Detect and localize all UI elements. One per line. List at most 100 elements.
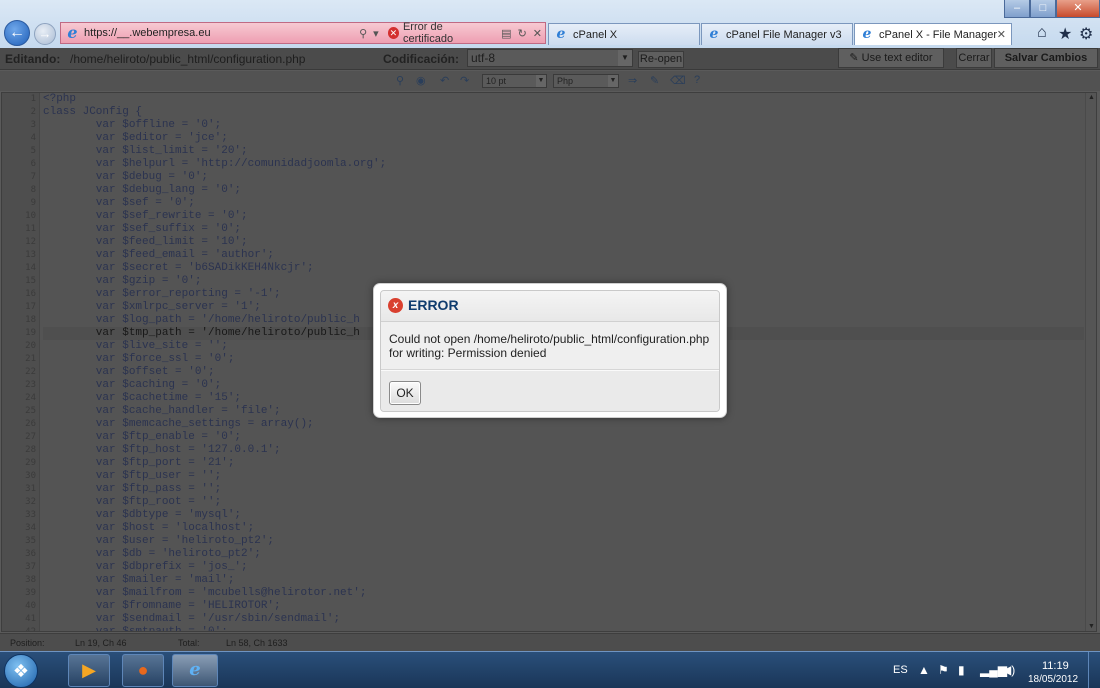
start-button[interactable]: ❖ <box>4 654 38 688</box>
wrap-icon[interactable]: ⇒ <box>628 74 637 87</box>
code-line[interactable]: var $feed_email = 'author'; <box>43 249 1084 262</box>
show-desktop-button[interactable] <box>1088 652 1100 688</box>
back-button[interactable]: ← <box>4 20 30 46</box>
editor-toolbar: Editando: /home/heliroto/public_html/con… <box>0 48 1100 70</box>
help-icon[interactable]: ? <box>694 74 700 86</box>
scroll-up-icon[interactable]: ▲ <box>1087 94 1096 101</box>
line-number: 39 <box>25 588 36 598</box>
line-number: 36 <box>25 549 36 559</box>
code-line[interactable]: var $offline = '0'; <box>43 119 1084 132</box>
tab-cpanel[interactable]: e cPanel X <box>548 23 700 45</box>
line-number: 26 <box>25 419 36 429</box>
action-center-icon[interactable]: ⚑ <box>938 663 949 677</box>
taskbar-internet-explorer[interactable]: e <box>172 654 218 687</box>
code-line[interactable]: var $sendmail = '/usr/sbin/sendmail'; <box>43 613 1084 626</box>
tools-icon[interactable]: ⚙ <box>1079 24 1093 44</box>
save-changes-button[interactable]: Salvar Cambios <box>994 48 1098 68</box>
volume-icon[interactable]: ◀) <box>1002 663 1015 677</box>
code-line[interactable]: var $ftp_port = '21'; <box>43 457 1084 470</box>
goto-icon[interactable]: ◉ <box>416 74 426 87</box>
encoding-select[interactable]: utf-8 ▼ <box>467 49 633 67</box>
code-line[interactable]: var $sef = '0'; <box>43 197 1084 210</box>
code-line[interactable]: var $debug = '0'; <box>43 171 1084 184</box>
tab-title: cPanel X - File Manager <box>879 28 997 41</box>
code-line[interactable]: var $sef_rewrite = '0'; <box>43 210 1084 223</box>
favorites-icon[interactable]: ★ <box>1058 24 1072 44</box>
certificate-error-icon[interactable]: ✕ <box>387 27 399 39</box>
code-line[interactable]: var $ftp_user = ''; <box>43 470 1084 483</box>
code-line[interactable]: var $dbtype = 'mysql'; <box>43 509 1084 522</box>
close-window-button[interactable]: ✕ <box>1056 0 1100 18</box>
certificate-error-text[interactable]: Error de certificado <box>403 21 490 45</box>
stop-icon[interactable]: ✕ <box>533 27 542 40</box>
code-line[interactable]: var $mailer = 'mail'; <box>43 574 1084 587</box>
code-line[interactable]: var $dbprefix = 'jos_'; <box>43 561 1084 574</box>
code-line[interactable]: var $memcache_settings = array(); <box>43 418 1084 431</box>
ie-tab-icon: e <box>862 25 872 42</box>
code-line[interactable]: var $ftp_enable = '0'; <box>43 431 1084 444</box>
chevron-down-icon[interactable]: ▼ <box>536 75 546 87</box>
highlight-icon[interactable]: ✎ <box>650 74 659 87</box>
code-line[interactable]: var $db = 'heliroto_pt2'; <box>43 548 1084 561</box>
position-value: Ln 19, Ch 46 <box>75 638 127 648</box>
forward-button[interactable]: → <box>34 23 56 45</box>
scroll-down-icon[interactable]: ▼ <box>1087 623 1096 630</box>
code-line[interactable]: var $sef_suffix = '0'; <box>43 223 1084 236</box>
home-icon[interactable]: ⌂ <box>1037 24 1047 42</box>
code-line[interactable]: var $feed_limit = '10'; <box>43 236 1084 249</box>
redo-icon[interactable]: ↷ <box>460 74 469 87</box>
line-number: 41 <box>25 614 36 624</box>
code-line[interactable]: class JConfig { <box>43 106 1084 119</box>
error-dialog: x ERROR Could not open /home/heliroto/pu… <box>373 283 727 418</box>
reopen-button[interactable]: Re-open <box>638 51 684 68</box>
ok-button[interactable]: OK <box>389 381 421 405</box>
code-line[interactable]: var $secret = 'b6SADikKEH4Nkcjr'; <box>43 262 1084 275</box>
code-line[interactable]: <?php <box>43 93 1084 106</box>
syntax-select[interactable]: Php ▼ <box>553 74 619 88</box>
address-bar[interactable]: e https://__.webempresa.eu ⚲ ▾ ✕ Error d… <box>60 21 546 45</box>
line-number: 23 <box>25 380 36 390</box>
minimize-button[interactable]: – <box>1004 0 1030 18</box>
tray-expand-icon[interactable]: ▲ <box>918 663 930 677</box>
code-line[interactable]: var $helpurl = 'http://comunidadjoomla.o… <box>43 158 1084 171</box>
find-icon[interactable]: ⚲ <box>396 74 404 87</box>
code-line[interactable]: var $debug_lang = '0'; <box>43 184 1084 197</box>
code-line[interactable]: var $user = 'heliroto_pt2'; <box>43 535 1084 548</box>
code-line[interactable]: var $ftp_root = ''; <box>43 496 1084 509</box>
search-icon[interactable]: ⚲ <box>359 27 367 40</box>
tab-title: cPanel File Manager v3 <box>726 28 842 41</box>
chevron-down-icon[interactable]: ▼ <box>608 75 618 87</box>
code-line[interactable]: var $smtpauth = '0'; <box>43 626 1084 631</box>
position-label: Position: <box>10 638 45 648</box>
tab-file-manager-v3[interactable]: e cPanel File Manager v3 <box>701 23 853 45</box>
taskbar-firefox[interactable]: ● <box>122 654 164 687</box>
code-line[interactable]: var $mailfrom = 'mcubells@helirotor.net'… <box>43 587 1084 600</box>
dropdown-icon[interactable]: ▾ <box>373 27 379 40</box>
code-line[interactable]: var $list_limit = '20'; <box>43 145 1084 158</box>
close-editor-button[interactable]: Cerrar <box>956 48 992 68</box>
power-icon[interactable]: ▮ <box>958 663 965 677</box>
code-line[interactable]: var $editor = 'jce'; <box>43 132 1084 145</box>
address-text[interactable]: https://__.webempresa.eu <box>84 27 356 39</box>
use-text-editor-button[interactable]: ✎ Use text editor <box>838 48 944 68</box>
code-line[interactable]: var $ftp_host = '127.0.0.1'; <box>43 444 1084 457</box>
clock-date[interactable]: 18/05/2012 <box>1028 674 1078 685</box>
editor-scrollbar[interactable]: ▲ ▼ <box>1085 93 1096 631</box>
refresh-icon[interactable]: ↻ <box>518 27 527 40</box>
taskbar-media-player[interactable]: ▶ <box>68 654 110 687</box>
line-number: 17 <box>25 302 36 312</box>
maximize-button[interactable]: □ <box>1030 0 1056 18</box>
chevron-down-icon[interactable]: ▼ <box>618 50 632 66</box>
compat-view-icon[interactable]: ▤ <box>501 27 511 40</box>
clock-time[interactable]: 11:19 <box>1042 660 1069 672</box>
code-line[interactable]: var $fromname = 'HELIROTOR'; <box>43 600 1084 613</box>
undo-icon[interactable]: ↶ <box>440 74 449 87</box>
line-number: 22 <box>25 367 36 377</box>
tab-close-icon[interactable]: ✕ <box>997 28 1006 41</box>
reset-icon[interactable]: ⌫ <box>670 74 686 87</box>
code-line[interactable]: var $ftp_pass = ''; <box>43 483 1084 496</box>
code-line[interactable]: var $host = 'localhost'; <box>43 522 1084 535</box>
font-size-select[interactable]: 10 pt ▼ <box>482 74 547 88</box>
tab-cpanel-file-manager[interactable]: e cPanel X - File Manager ✕ <box>854 23 1012 45</box>
tray-language[interactable]: ES <box>893 664 908 676</box>
